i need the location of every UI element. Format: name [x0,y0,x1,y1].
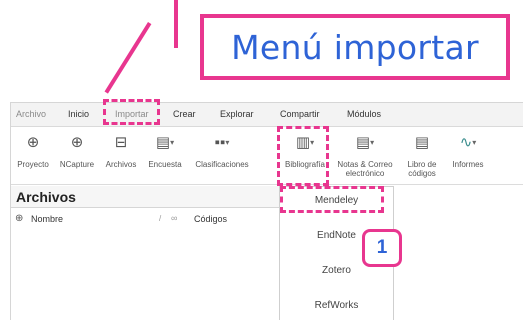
menu-explorar[interactable]: Explorar [220,109,254,119]
ribbon-button-archivos[interactable]: ⊟ Archivos [100,128,142,185]
column-header-codigos[interactable]: Códigos [194,214,227,224]
menu-compartir[interactable]: Compartir [280,109,320,119]
menu-crear[interactable]: Crear [173,109,196,119]
ribbon-label: Encuesta [148,160,182,169]
ribbon-button-libro-codigos[interactable]: ▤ Libro de códigos [401,128,443,185]
notes-email-icon: ▤▾ [355,134,375,151]
menu-modulos[interactable]: Módulos [347,109,381,119]
menu-archivo[interactable]: Archivo [16,109,46,119]
codebook-icon: ▤ [414,134,430,151]
callout-box: Menú importar [200,14,510,80]
link-icon: ∞ [171,213,178,223]
column-sort-icon: / [159,214,162,223]
step-number: 1 [376,237,388,258]
project-icon: ⊕ [26,134,40,151]
menu-bar: Archivo Inicio Importar Crear Explorar C… [11,103,523,127]
ribbon-label: Archivos [105,160,137,169]
ribbon-button-ncapture[interactable]: ⊕ NCapture [55,128,99,185]
ribbon-toolbar: ⊕ Proyecto ⊕ NCapture ⊟ Archivos ▤▾ Encu… [11,128,523,185]
highlight-importar-tab [103,99,160,125]
callout-connector-vertical [174,0,178,48]
ribbon-label: Libro de códigos [407,160,437,178]
file-type-icon: ⊕ [15,213,24,224]
pane-title: Archivos [16,189,76,205]
ribbon-button-clasificaciones[interactable]: ▪▪▾ Clasificaciones [188,128,256,185]
files-pane-header: Archivos [11,186,279,208]
ribbon-button-proyecto[interactable]: ⊕ Proyecto [13,128,53,185]
ncapture-globe-icon: ⊕ [70,134,84,151]
reports-icon: ∿▾ [459,134,477,151]
ribbon-label: Notas & Correo electrónico [337,160,393,178]
highlight-bibliografia-button [277,126,329,186]
survey-icon: ▤▾ [155,134,175,151]
dropdown-item-refworks[interactable]: RefWorks [280,300,393,311]
ribbon-button-encuesta[interactable]: ▤▾ Encuesta [143,128,187,185]
ribbon-label: Proyecto [17,160,49,169]
ribbon-label: Clasificaciones [195,160,249,169]
callout-connector-diagonal [104,22,152,94]
column-header-nombre[interactable]: Nombre [31,214,63,224]
callout-title: Menú importar [231,27,479,67]
files-icon: ⊟ [114,134,128,151]
column-header-row: ⊕ Nombre / ∞ Códigos [11,209,279,229]
nvivo-window: Archivo Inicio Importar Crear Explorar C… [10,102,523,320]
ribbon-button-informes[interactable]: ∿▾ Informes [445,128,491,185]
highlight-mendeley-item [280,186,384,213]
menu-inicio[interactable]: Inicio [68,109,89,119]
ribbon-label: Informes [452,160,484,169]
ribbon-button-notas-correo[interactable]: ▤▾ Notas & Correo electrónico [331,128,399,185]
step-number-badge: 1 [362,229,402,267]
ribbon-label: NCapture [59,160,95,169]
classifications-icon: ▪▪▾ [214,134,230,151]
